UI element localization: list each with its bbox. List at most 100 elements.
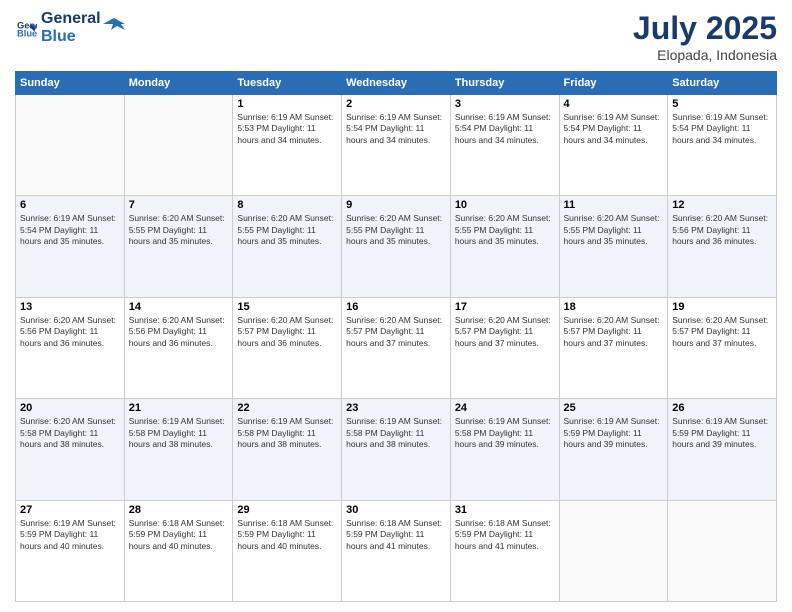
day-info: Sunrise: 6:18 AM Sunset: 5:59 PM Dayligh… xyxy=(129,518,229,552)
day-info: Sunrise: 6:20 AM Sunset: 5:56 PM Dayligh… xyxy=(672,213,772,247)
day-info: Sunrise: 6:19 AM Sunset: 5:54 PM Dayligh… xyxy=(564,112,664,146)
calendar-day-cell xyxy=(124,95,233,196)
calendar-day-cell: 5 Sunrise: 6:19 AM Sunset: 5:54 PM Daylig… xyxy=(668,95,777,196)
day-number: 27 xyxy=(20,504,120,516)
day-info: Sunrise: 6:18 AM Sunset: 5:59 PM Dayligh… xyxy=(237,518,337,552)
header: General Blue General Blue July 2025 Elop… xyxy=(15,10,777,63)
calendar-day-cell: 10 Sunrise: 6:20 AM Sunset: 5:55 PM Dayli… xyxy=(450,196,559,297)
weekday-header-cell: Sunday xyxy=(16,72,125,95)
calendar-day-cell: 1 Sunrise: 6:19 AM Sunset: 5:53 PM Daylig… xyxy=(233,95,342,196)
day-info: Sunrise: 6:20 AM Sunset: 5:57 PM Dayligh… xyxy=(237,315,337,349)
calendar-day-cell: 13 Sunrise: 6:20 AM Sunset: 5:56 PM Dayli… xyxy=(16,297,125,398)
day-info: Sunrise: 6:19 AM Sunset: 5:54 PM Dayligh… xyxy=(346,112,446,146)
calendar-day-cell: 30Sunrise: 6:18 AM Sunset: 5:59 PM Dayli… xyxy=(342,500,451,601)
calendar-day-cell: 19 Sunrise: 6:20 AM Sunset: 5:57 PM Dayli… xyxy=(668,297,777,398)
day-info: Sunrise: 6:20 AM Sunset: 5:58 PM Dayligh… xyxy=(20,416,120,450)
day-number: 2 xyxy=(346,98,446,110)
day-number: 5 xyxy=(672,98,772,110)
day-number: 9 xyxy=(346,199,446,211)
day-info: Sunrise: 6:19 AM Sunset: 5:53 PM Dayligh… xyxy=(237,112,337,146)
day-info: Sunrise: 6:20 AM Sunset: 5:55 PM Dayligh… xyxy=(129,213,229,247)
day-info: Sunrise: 6:20 AM Sunset: 5:56 PM Dayligh… xyxy=(20,315,120,349)
day-info: Sunrise: 6:19 AM Sunset: 5:59 PM Dayligh… xyxy=(20,518,120,552)
weekday-header-cell: Wednesday xyxy=(342,72,451,95)
calendar-day-cell: 4 Sunrise: 6:19 AM Sunset: 5:54 PM Daylig… xyxy=(559,95,668,196)
calendar-day-cell: 31 Sunrise: 6:18 AM Sunset: 5:59 PM Dayli… xyxy=(450,500,559,601)
day-number: 14 xyxy=(129,301,229,313)
day-number: 4 xyxy=(564,98,664,110)
day-number: 17 xyxy=(455,301,555,313)
day-number: 31 xyxy=(455,504,555,516)
calendar-day-cell: 12 Sunrise: 6:20 AM Sunset: 5:56 PM Dayli… xyxy=(668,196,777,297)
weekday-header-cell: Saturday xyxy=(668,72,777,95)
calendar-day-cell: 21Sunrise: 6:19 AM Sunset: 5:58 PM Dayli… xyxy=(124,399,233,500)
calendar-day-cell: 6Sunrise: 6:19 AM Sunset: 5:54 PM Daylig… xyxy=(16,196,125,297)
day-info: Sunrise: 6:19 AM Sunset: 5:58 PM Dayligh… xyxy=(237,416,337,450)
calendar-day-cell xyxy=(16,95,125,196)
weekday-header-cell: Thursday xyxy=(450,72,559,95)
day-info: Sunrise: 6:18 AM Sunset: 5:59 PM Dayligh… xyxy=(346,518,446,552)
calendar-day-cell: 8Sunrise: 6:20 AM Sunset: 5:55 PM Daylig… xyxy=(233,196,342,297)
day-info: Sunrise: 6:20 AM Sunset: 5:55 PM Dayligh… xyxy=(564,213,664,247)
calendar-day-cell: 25 Sunrise: 6:19 AM Sunset: 5:59 PM Dayli… xyxy=(559,399,668,500)
calendar-day-cell: 2 Sunrise: 6:19 AM Sunset: 5:54 PM Daylig… xyxy=(342,95,451,196)
day-info: Sunrise: 6:20 AM Sunset: 5:56 PM Dayligh… xyxy=(129,315,229,349)
calendar-day-cell: 3Sunrise: 6:19 AM Sunset: 5:54 PM Daylig… xyxy=(450,95,559,196)
calendar-day-cell: 26Sunrise: 6:19 AM Sunset: 5:59 PM Dayli… xyxy=(668,399,777,500)
calendar-day-cell: 22Sunrise: 6:19 AM Sunset: 5:58 PM Dayli… xyxy=(233,399,342,500)
calendar-day-cell: 23Sunrise: 6:19 AM Sunset: 5:58 PM Dayli… xyxy=(342,399,451,500)
weekday-header-cell: Friday xyxy=(559,72,668,95)
calendar-week-row: 13 Sunrise: 6:20 AM Sunset: 5:56 PM Dayli… xyxy=(16,297,777,398)
day-number: 18 xyxy=(564,301,664,313)
day-info: Sunrise: 6:19 AM Sunset: 5:54 PM Dayligh… xyxy=(20,213,120,247)
weekday-header-cell: Monday xyxy=(124,72,233,95)
day-number: 3 xyxy=(455,98,555,110)
calendar-day-cell: 27 Sunrise: 6:19 AM Sunset: 5:59 PM Dayli… xyxy=(16,500,125,601)
day-number: 1 xyxy=(237,98,337,110)
day-number: 10 xyxy=(455,199,555,211)
day-info: Sunrise: 6:19 AM Sunset: 5:58 PM Dayligh… xyxy=(129,416,229,450)
day-number: 13 xyxy=(20,301,120,313)
calendar-day-cell: 18 Sunrise: 6:20 AM Sunset: 5:57 PM Dayli… xyxy=(559,297,668,398)
calendar-day-cell: 17 Sunrise: 6:20 AM Sunset: 5:57 PM Dayli… xyxy=(450,297,559,398)
logo-icon: General Blue xyxy=(17,18,37,38)
calendar-week-row: 1 Sunrise: 6:19 AM Sunset: 5:53 PM Daylig… xyxy=(16,95,777,196)
day-info: Sunrise: 6:19 AM Sunset: 5:59 PM Dayligh… xyxy=(672,416,772,450)
calendar-day-cell xyxy=(559,500,668,601)
logo-general: General xyxy=(41,10,101,28)
logo-blue: Blue xyxy=(41,28,101,46)
calendar-day-cell: 28 Sunrise: 6:18 AM Sunset: 5:59 PM Dayli… xyxy=(124,500,233,601)
logo: General Blue General Blue xyxy=(15,10,125,45)
day-number: 28 xyxy=(129,504,229,516)
day-info: Sunrise: 6:20 AM Sunset: 5:57 PM Dayligh… xyxy=(455,315,555,349)
day-info: Sunrise: 6:18 AM Sunset: 5:59 PM Dayligh… xyxy=(455,518,555,552)
subtitle: Elopada, Indonesia xyxy=(633,47,777,63)
calendar-day-cell xyxy=(668,500,777,601)
day-number: 15 xyxy=(237,301,337,313)
calendar-day-cell: 14 Sunrise: 6:20 AM Sunset: 5:56 PM Dayli… xyxy=(124,297,233,398)
day-info: Sunrise: 6:20 AM Sunset: 5:57 PM Dayligh… xyxy=(564,315,664,349)
day-number: 25 xyxy=(564,402,664,414)
weekday-header-cell: Tuesday xyxy=(233,72,342,95)
day-info: Sunrise: 6:20 AM Sunset: 5:57 PM Dayligh… xyxy=(346,315,446,349)
day-number: 29 xyxy=(237,504,337,516)
day-info: Sunrise: 6:20 AM Sunset: 5:55 PM Dayligh… xyxy=(455,213,555,247)
day-number: 16 xyxy=(346,301,446,313)
day-number: 11 xyxy=(564,199,664,211)
calendar-day-cell: 20Sunrise: 6:20 AM Sunset: 5:58 PM Dayli… xyxy=(16,399,125,500)
calendar-day-cell: 7 Sunrise: 6:20 AM Sunset: 5:55 PM Daylig… xyxy=(124,196,233,297)
calendar-week-row: 6Sunrise: 6:19 AM Sunset: 5:54 PM Daylig… xyxy=(16,196,777,297)
day-info: Sunrise: 6:20 AM Sunset: 5:57 PM Dayligh… xyxy=(672,315,772,349)
calendar-day-cell: 9Sunrise: 6:20 AM Sunset: 5:55 PM Daylig… xyxy=(342,196,451,297)
day-number: 12 xyxy=(672,199,772,211)
day-number: 8 xyxy=(237,199,337,211)
day-number: 7 xyxy=(129,199,229,211)
title-block: July 2025 Elopada, Indonesia xyxy=(633,10,777,63)
day-number: 24 xyxy=(455,402,555,414)
day-info: Sunrise: 6:19 AM Sunset: 5:54 PM Dayligh… xyxy=(672,112,772,146)
day-number: 19 xyxy=(672,301,772,313)
calendar-day-cell: 29 Sunrise: 6:18 AM Sunset: 5:59 PM Dayli… xyxy=(233,500,342,601)
calendar-day-cell: 16 Sunrise: 6:20 AM Sunset: 5:57 PM Dayli… xyxy=(342,297,451,398)
day-info: Sunrise: 6:19 AM Sunset: 5:59 PM Dayligh… xyxy=(564,416,664,450)
page: General Blue General Blue July 2025 Elop… xyxy=(0,0,792,612)
